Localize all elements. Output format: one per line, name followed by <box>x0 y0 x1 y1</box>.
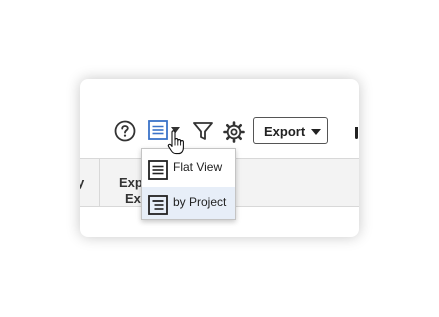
menu-item-label: Flat View <box>173 160 223 174</box>
chevron-down-icon <box>311 129 321 135</box>
column-divider <box>99 159 100 206</box>
column-header-line1: Exp <box>119 175 143 190</box>
flat-list-icon <box>148 160 168 180</box>
list-view-icon <box>148 120 168 140</box>
help-icon[interactable] <box>114 120 136 142</box>
menu-item-flat-view[interactable]: Flat View <box>142 152 235 184</box>
export-button[interactable]: Export <box>253 117 328 144</box>
filter-icon[interactable] <box>192 120 214 142</box>
column-header-line2: Ex <box>125 191 141 206</box>
menu-item-by-project[interactable]: by Project <box>142 187 235 219</box>
gear-icon[interactable] <box>222 120 246 144</box>
grouped-list-icon <box>148 195 168 215</box>
view-mode-menu: Flat View by Project <box>141 148 236 220</box>
hand-pointer-icon <box>167 130 184 155</box>
page: Export y Exp Ex Flat View by Project <box>0 0 439 317</box>
export-button-label: Export <box>264 124 306 139</box>
menu-item-label: by Project <box>173 195 227 209</box>
column-header-fragment: y <box>80 175 85 190</box>
toolbar-overflow-fragment <box>355 127 358 139</box>
